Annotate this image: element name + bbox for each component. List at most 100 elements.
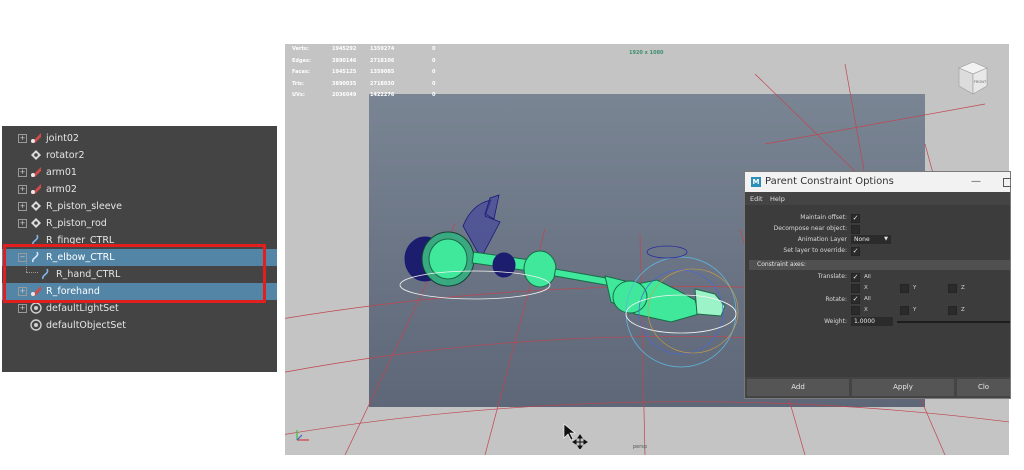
rotate-z-label: Z bbox=[961, 307, 965, 313]
outliner-item-label: defaultObjectSet bbox=[46, 320, 126, 331]
weight-slider[interactable] bbox=[897, 321, 1010, 323]
hud-value: 0 bbox=[432, 80, 436, 87]
rotate-all-checkbox[interactable]: ✓ bbox=[851, 295, 860, 304]
close-button[interactable]: Clo bbox=[957, 379, 1010, 396]
move-cursor-icon bbox=[563, 423, 588, 449]
minimize-icon[interactable]: — bbox=[971, 172, 981, 192]
joint-icon bbox=[31, 184, 41, 194]
hud-label: UVs: bbox=[292, 92, 305, 99]
dialog-title: Parent Constraint Options bbox=[765, 176, 894, 187]
expand-icon[interactable]: + bbox=[18, 304, 27, 313]
hud-value: 0 bbox=[432, 92, 436, 99]
expand-icon[interactable]: + bbox=[18, 219, 27, 228]
expand-icon[interactable]: + bbox=[18, 202, 27, 211]
expand-icon[interactable]: + bbox=[18, 185, 27, 194]
hud-value: 3890146 bbox=[332, 57, 357, 64]
translate-z-label: Z bbox=[961, 285, 965, 291]
rotate-all-label: All bbox=[864, 296, 871, 302]
outliner-item-r-piston-sleeve[interactable]: + R_piston_sleeve bbox=[2, 198, 277, 215]
animation-layer-label: Animation Layer bbox=[797, 236, 847, 243]
hud-value: 0 bbox=[432, 57, 436, 64]
transform-icon bbox=[31, 201, 41, 211]
dialog-body: Maintain offset: ✓ Decompose near object… bbox=[745, 205, 1010, 377]
expand-icon[interactable]: + bbox=[18, 168, 27, 177]
parent-constraint-options-dialog: M Parent Constraint Options — Edit Help … bbox=[745, 172, 1011, 398]
maintain-offset-checkbox[interactable]: ✓ bbox=[851, 214, 860, 223]
outliner-item-joint02[interactable]: + joint02 bbox=[2, 130, 277, 147]
animation-layer-value: None bbox=[854, 236, 870, 243]
constraint-axes-section[interactable]: Constraint axes: bbox=[749, 260, 1010, 270]
translate-x-label: X bbox=[864, 285, 868, 291]
hud-value: 2718030 bbox=[370, 80, 395, 87]
joint-icon bbox=[31, 167, 41, 177]
set-icon bbox=[30, 302, 42, 314]
dialog-titlebar[interactable]: M Parent Constraint Options — bbox=[745, 172, 1011, 192]
outliner-item-default-object-set[interactable]: defaultObjectSet bbox=[2, 317, 277, 334]
chevron-down-icon: ▼ bbox=[884, 236, 888, 242]
set-layer-override-label: Set layer to override: bbox=[783, 247, 847, 254]
decompose-checkbox[interactable] bbox=[851, 225, 860, 234]
resolution-gate-label: 1920 x 1080 bbox=[629, 50, 664, 56]
rotate-x-label: X bbox=[864, 307, 868, 313]
maya-logo-icon: M bbox=[751, 177, 761, 187]
hud-value: 1359085 bbox=[370, 69, 395, 76]
decompose-label: Decompose near object: bbox=[773, 225, 847, 232]
expand-icon[interactable]: + bbox=[18, 134, 27, 143]
camera-label: persp bbox=[633, 444, 648, 450]
dialog-menubar: Edit Help bbox=[745, 192, 1010, 205]
rotate-x-checkbox[interactable] bbox=[851, 306, 860, 315]
menu-edit[interactable]: Edit bbox=[750, 195, 763, 203]
rotate-z-checkbox[interactable] bbox=[948, 306, 957, 315]
translate-all-checkbox[interactable]: ✓ bbox=[851, 273, 860, 282]
viewcube-icon[interactable]: FRONT bbox=[957, 60, 989, 96]
outliner-item-label: arm02 bbox=[46, 184, 77, 195]
translate-x-checkbox[interactable] bbox=[851, 284, 860, 293]
hud-value: 0 bbox=[432, 69, 436, 76]
translate-all-label: All bbox=[864, 274, 871, 280]
translate-y-label: Y bbox=[913, 285, 917, 291]
hud-value: 0 bbox=[432, 46, 436, 52]
set-layer-override-checkbox[interactable]: ✓ bbox=[851, 247, 860, 256]
hud-value: 3890035 bbox=[332, 80, 357, 87]
constraint-axes-label: Constraint axes: bbox=[757, 261, 806, 268]
hud-value: 1359274 bbox=[370, 46, 395, 52]
animation-layer-dropdown[interactable]: None ▼ bbox=[851, 235, 891, 244]
outliner-item-rotator2[interactable]: rotator2 bbox=[2, 147, 277, 164]
outliner-item-label: arm01 bbox=[46, 167, 77, 178]
weight-label: Weight: bbox=[824, 318, 847, 325]
viewcube-label: FRONT bbox=[974, 80, 987, 84]
apply-button[interactable]: Apply bbox=[852, 379, 954, 396]
hud-value: 1945125 bbox=[332, 69, 357, 76]
outliner-item-arm02[interactable]: + arm02 bbox=[2, 181, 277, 198]
hud-label: Verts: bbox=[292, 46, 309, 52]
add-button[interactable]: Add bbox=[747, 379, 849, 396]
hud-value: 1945292 bbox=[332, 46, 357, 52]
transform-icon bbox=[31, 218, 41, 228]
hud-label: Edges: bbox=[292, 57, 311, 64]
rotate-label: Rotate: bbox=[825, 296, 847, 303]
outliner-item-label: rotator2 bbox=[46, 150, 85, 161]
maximize-icon[interactable] bbox=[1003, 178, 1011, 187]
outliner-item-label: joint02 bbox=[46, 133, 79, 144]
set-icon bbox=[30, 319, 42, 331]
outliner-item-label: R_piston_rod bbox=[46, 218, 107, 229]
outliner-item-label: R_piston_sleeve bbox=[46, 201, 123, 212]
arm-wireframe bbox=[404, 231, 726, 323]
hud-value: 1422276 bbox=[370, 92, 395, 99]
translate-label: Translate: bbox=[817, 273, 847, 280]
joint-icon bbox=[31, 133, 41, 143]
maintain-offset-label: Maintain offset: bbox=[800, 214, 847, 221]
rotate-y-label: Y bbox=[913, 307, 917, 313]
hud-label: Tris: bbox=[292, 80, 305, 87]
hud-value: 2036049 bbox=[332, 92, 357, 99]
weight-input[interactable]: 1.0000 bbox=[851, 317, 893, 326]
outliner-item-arm01[interactable]: + arm01 bbox=[2, 164, 277, 181]
hud-label: Faces: bbox=[292, 69, 310, 76]
translate-z-checkbox[interactable] bbox=[948, 284, 957, 293]
menu-help[interactable]: Help bbox=[770, 195, 785, 203]
rotate-y-checkbox[interactable] bbox=[900, 306, 909, 315]
selection-highlight-box bbox=[3, 244, 266, 303]
hud-value: 2718106 bbox=[370, 57, 395, 64]
outliner-item-r-piston-rod[interactable]: + R_piston_rod bbox=[2, 215, 277, 232]
translate-y-checkbox[interactable] bbox=[900, 284, 909, 293]
